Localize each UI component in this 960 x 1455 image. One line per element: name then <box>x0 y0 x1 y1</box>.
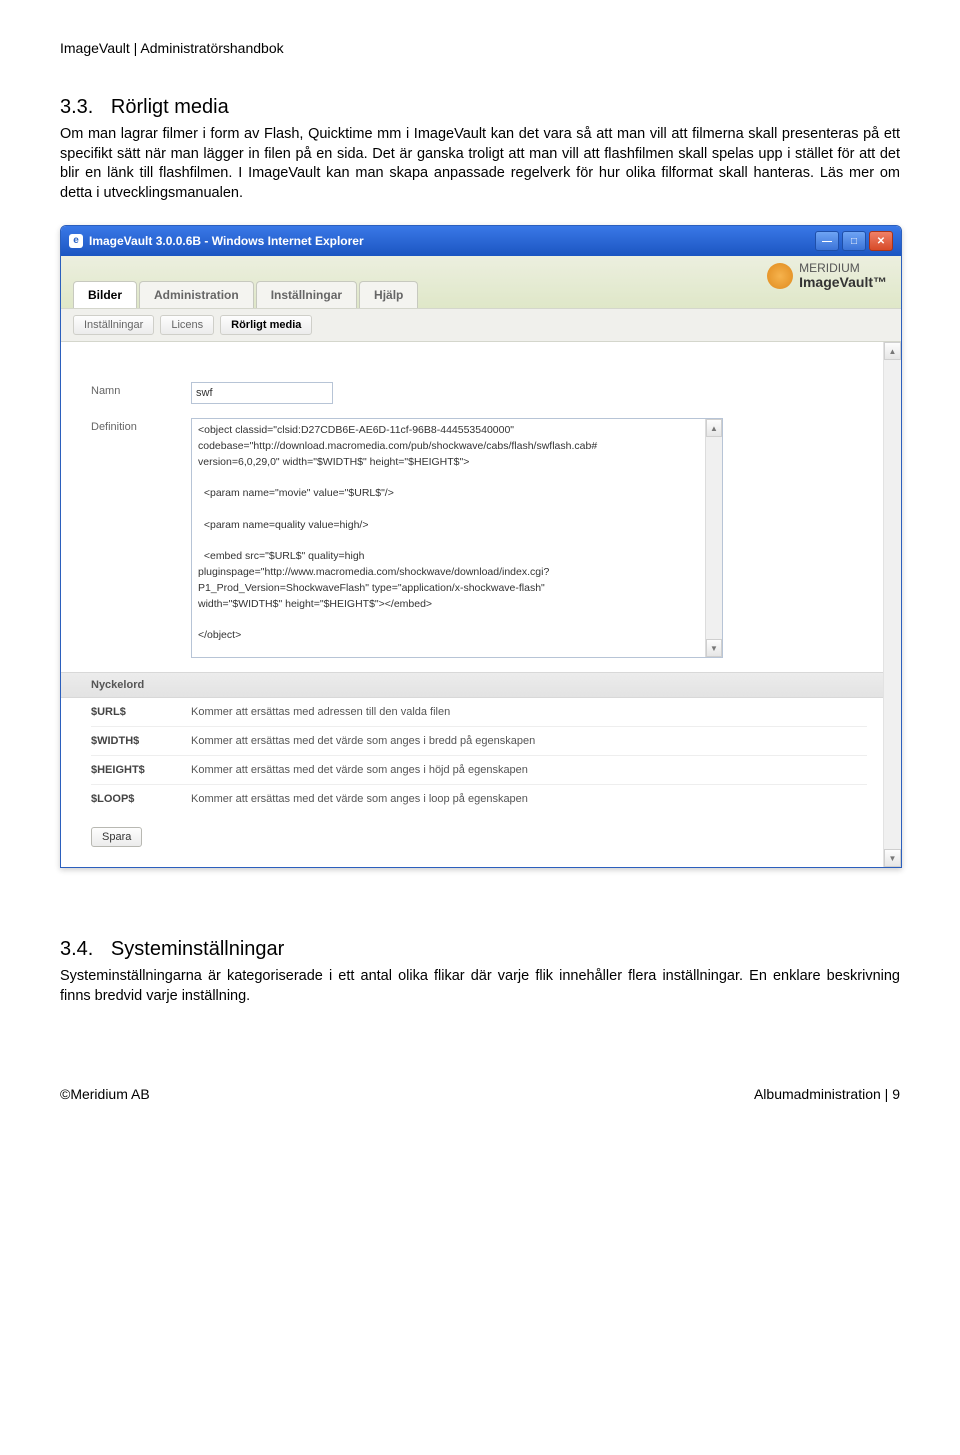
keyword-row: $URL$ Kommer att ersättas med adressen t… <box>91 698 867 727</box>
keyword-key: $WIDTH$ <box>91 735 191 747</box>
section-number: 3.3. <box>60 96 93 118</box>
section-title: Rörligt media <box>111 96 229 118</box>
section-number: 3.4. <box>60 938 93 960</box>
keyword-key: $HEIGHT$ <box>91 764 191 776</box>
name-label: Namn <box>91 382 191 404</box>
section-3-4-body: Systeminställningarna är kategoriserade … <box>60 967 900 1006</box>
definition-textarea[interactable] <box>192 419 705 657</box>
logo-icon <box>767 263 793 289</box>
section-3-3-heading: 3.3. Rörligt media <box>60 96 900 119</box>
subtab-rorligt-media[interactable]: Rörligt media <box>220 315 312 335</box>
keyword-row: $WIDTH$ Kommer att ersättas med det värd… <box>91 727 867 756</box>
subtab-licens[interactable]: Licens <box>160 315 214 335</box>
scroll-up-icon[interactable]: ▲ <box>706 419 722 437</box>
keyword-desc: Kommer att ersättas med adressen till de… <box>191 706 450 718</box>
page-scrollbar[interactable]: ▲ ▼ <box>883 342 901 867</box>
keyword-key: $LOOP$ <box>91 793 191 805</box>
footer-left: ©Meridium AB <box>60 1086 150 1102</box>
minimize-button[interactable]: — <box>815 231 839 251</box>
section-title: Systeminställningar <box>111 938 284 960</box>
textarea-scrollbar[interactable]: ▲ ▼ <box>705 419 722 657</box>
footer-right: Albumadministration | 9 <box>754 1086 900 1102</box>
logo-bottom-text: ImageVault™ <box>799 275 887 290</box>
keyword-row: $HEIGHT$ Kommer att ersättas med det vär… <box>91 756 867 785</box>
doc-header: ImageVault | Administratörshandbok <box>60 40 900 56</box>
tab-installningar[interactable]: Inställningar <box>256 281 357 308</box>
name-input[interactable] <box>191 382 333 404</box>
maximize-button[interactable]: □ <box>842 231 866 251</box>
scroll-down-icon[interactable]: ▼ <box>706 639 722 657</box>
keyword-desc: Kommer att ersättas med det värde som an… <box>191 793 528 805</box>
app-header: MERIDIUM ImageVault™ Bilder Administrati… <box>61 256 901 342</box>
keywords-header: Nyckelord <box>61 672 883 698</box>
keyword-key: $URL$ <box>91 706 191 718</box>
tab-hjalp[interactable]: Hjälp <box>359 281 418 308</box>
ie-icon: e <box>69 234 83 248</box>
browser-window: e ImageVault 3.0.0.6B - Windows Internet… <box>60 225 902 868</box>
keyword-desc: Kommer att ersättas med det värde som an… <box>191 764 528 776</box>
tab-administration[interactable]: Administration <box>139 281 254 308</box>
scroll-down-icon[interactable]: ▼ <box>884 849 901 867</box>
save-button[interactable]: Spara <box>91 827 142 847</box>
brand-logo: MERIDIUM ImageVault™ <box>767 262 887 289</box>
scroll-up-icon[interactable]: ▲ <box>884 342 901 360</box>
keyword-row: $LOOP$ Kommer att ersättas med det värde… <box>91 785 867 813</box>
window-titlebar: e ImageVault 3.0.0.6B - Windows Internet… <box>61 226 901 256</box>
logo-top-text: MERIDIUM <box>799 262 887 275</box>
keyword-desc: Kommer att ersättas med det värde som an… <box>191 735 535 747</box>
window-title: ImageVault 3.0.0.6B - Windows Internet E… <box>89 234 364 248</box>
subtab-installningar[interactable]: Inställningar <box>73 315 154 335</box>
tab-bilder[interactable]: Bilder <box>73 281 137 308</box>
close-button[interactable]: ✕ <box>869 231 893 251</box>
section-3-3-body: Om man lagrar filmer i form av Flash, Qu… <box>60 125 900 203</box>
section-3-4-heading: 3.4. Systeminställningar <box>60 938 900 961</box>
definition-label: Definition <box>91 418 191 658</box>
